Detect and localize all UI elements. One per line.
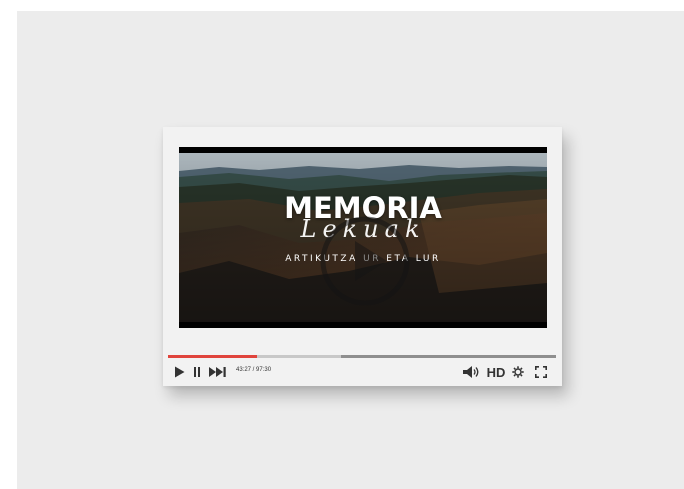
play-button[interactable] [172,362,186,382]
volume-button[interactable] [461,362,481,382]
hd-button[interactable]: HD [485,362,507,382]
skip-next-icon [209,367,226,377]
fullscreen-icon [535,366,547,378]
play-icon [174,366,184,378]
skip-next-button[interactable] [208,362,228,382]
progress-bar[interactable] [168,355,556,358]
big-play-icon[interactable] [319,215,411,307]
pause-button[interactable] [191,362,203,382]
video-player: MEMORIA Lekuak ARTIKUTZA UR ETA LUR 43:2… [163,127,562,386]
gear-icon [512,366,524,378]
video-viewport[interactable]: MEMORIA Lekuak ARTIKUTZA UR ETA LUR [179,147,547,328]
fullscreen-button[interactable] [534,362,548,382]
time-display: 43:27 / 97:30 [236,367,271,373]
current-time: 43:27 [236,367,252,373]
progress-played [168,355,257,358]
duration: 97:30 [256,367,272,373]
letterbox-bottom [179,322,547,328]
pause-icon [194,367,200,377]
hd-label: HD [486,364,506,380]
settings-button[interactable] [511,362,525,382]
volume-icon [462,366,478,378]
control-bar: 43:27 / 97:30 HD [163,362,562,382]
